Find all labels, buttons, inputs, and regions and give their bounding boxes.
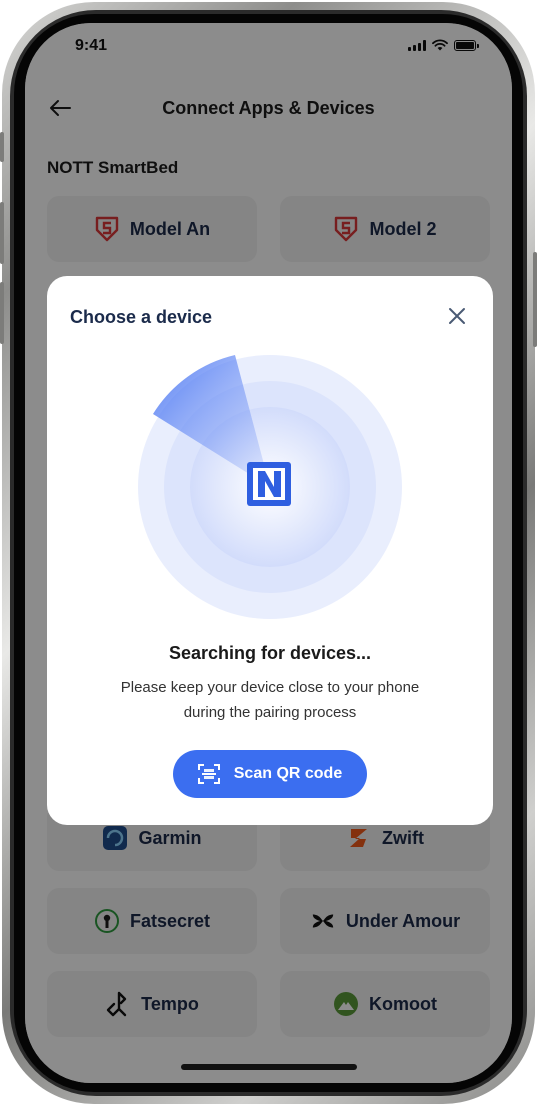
mute-switch <box>0 132 4 162</box>
volume-up-button <box>0 202 4 264</box>
radar-animation <box>138 355 402 619</box>
scan-qr-button[interactable]: Scan QR code <box>173 750 367 798</box>
home-indicator[interactable] <box>181 1064 357 1070</box>
pairing-hint: Please keep your device close to your ph… <box>87 675 453 725</box>
close-button[interactable] <box>445 304 469 328</box>
searching-status: Searching for devices... <box>168 643 372 663</box>
hint-line-2: during the pairing process <box>183 704 357 721</box>
scan-qr-label: Scan QR code <box>233 765 343 782</box>
hint-line-1: Please keep your device close to your ph… <box>120 679 420 696</box>
volume-down-button <box>0 282 4 344</box>
nott-logo-icon <box>247 462 291 506</box>
screen: 9:41 Connect Apps & Devices NOTT SmartBe… <box>25 23 512 1083</box>
close-icon <box>449 308 465 324</box>
choose-device-modal: Choose a device Searching for devices...… <box>47 276 493 825</box>
qr-scan-icon <box>197 764 220 784</box>
modal-title: Choose a device <box>70 307 213 327</box>
power-button <box>533 252 537 347</box>
